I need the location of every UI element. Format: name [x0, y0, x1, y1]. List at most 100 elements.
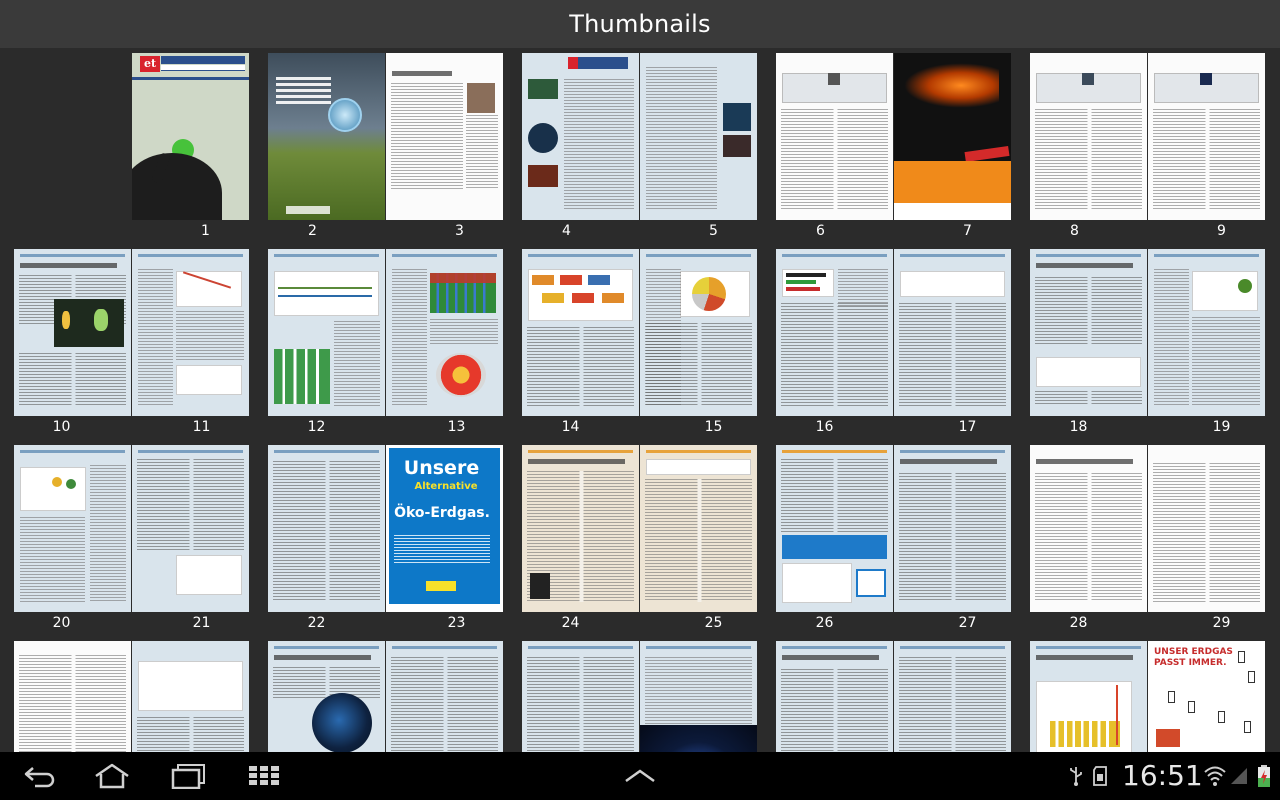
ad-illustration: [1156, 729, 1180, 747]
thumbnail-page-2[interactable]: [268, 53, 385, 220]
chart-bar: [786, 273, 826, 277]
page-header-line: [1036, 254, 1141, 257]
chart-bar: [786, 287, 820, 291]
thumbnail-page-22[interactable]: [268, 445, 385, 612]
chart-figure: [274, 271, 379, 316]
menu-button[interactable]: [620, 760, 660, 792]
thumbnail-page-3[interactable]: [386, 53, 503, 220]
thumbnail-page-27[interactable]: [894, 445, 1011, 612]
app: Thumbnails et 1 2 3 4 5 6 7 8 9 10 11 12…: [0, 0, 1280, 800]
thumbnail-page-36[interactable]: [776, 641, 893, 752]
chart-line: [1116, 685, 1118, 745]
thumbnail-page-25[interactable]: [640, 445, 757, 612]
thumbnail-page-33[interactable]: [386, 641, 503, 752]
system-bar: 16:51: [0, 752, 1280, 800]
page-header-line: [528, 646, 633, 649]
thumbnail-page-20[interactable]: [14, 445, 131, 612]
home-button[interactable]: [90, 760, 134, 792]
thumbnail-page-38[interactable]: [1030, 641, 1147, 752]
battery-status: [1254, 760, 1274, 792]
thumbnail-page-4[interactable]: [522, 53, 639, 220]
globe-image: [312, 693, 372, 752]
page-header-line: [646, 646, 751, 649]
chart-figure: [176, 365, 242, 395]
thumbnail-page-21[interactable]: [132, 445, 249, 612]
portrait-photo: [467, 83, 495, 113]
page-text: [781, 459, 888, 532]
thumbnail-page-12[interactable]: [268, 249, 385, 416]
recent-apps-button[interactable]: [168, 760, 208, 792]
page-headline: [900, 459, 997, 464]
thumbnail-page-31[interactable]: [132, 641, 249, 752]
thumbnail-page-17[interactable]: [894, 249, 1011, 416]
thumbnail-page-16[interactable]: [776, 249, 893, 416]
diagram-node: [588, 275, 610, 285]
page-number: 7: [963, 223, 972, 239]
clock: 16:51: [1122, 759, 1203, 792]
thumbnail-page-34[interactable]: [522, 641, 639, 752]
page-headline: [1036, 459, 1133, 464]
page-text: [781, 303, 888, 406]
thumbnail-page-9[interactable]: [1148, 53, 1265, 220]
page-text: [391, 657, 498, 752]
page-text: [645, 323, 752, 406]
thumbnail-page-23[interactable]: Unsere Alternative Öko-Erdgas.: [386, 445, 503, 612]
back-button[interactable]: [20, 760, 60, 792]
page-number: 20: [52, 615, 71, 631]
apps-button[interactable]: [244, 760, 284, 792]
page-text: [137, 459, 244, 552]
page-text: [1035, 109, 1142, 210]
ad-tagline: Öko-Erdgas.: [394, 505, 490, 521]
toc-image: [528, 79, 558, 99]
bar-chart-figure: [1050, 721, 1120, 747]
page-number: 5: [709, 223, 718, 239]
domino: [1188, 701, 1195, 713]
thumbnail-page-28[interactable]: [1030, 445, 1147, 612]
bulb: [94, 309, 108, 331]
usb-icon: [1070, 767, 1082, 786]
thumbnail-page-15[interactable]: [640, 249, 757, 416]
thumbnail-page-7[interactable]: [894, 53, 1011, 220]
thumbnail-page-26[interactable]: [776, 445, 893, 612]
thumbnail-page-24[interactable]: [522, 445, 639, 612]
thumbnail-page-13[interactable]: [386, 249, 503, 416]
diagram-node: [572, 293, 594, 303]
page-text: [645, 657, 752, 728]
page-number: 9: [1217, 223, 1226, 239]
thumbnail-page-1[interactable]: et: [132, 53, 249, 220]
thumbnail-page-11[interactable]: [132, 249, 249, 416]
thumbnail-page-14[interactable]: [522, 249, 639, 416]
flow-diagram: [176, 555, 242, 595]
page-number: 16: [815, 419, 834, 435]
thumbnail-page-32[interactable]: [268, 641, 385, 752]
page-text: [527, 327, 634, 406]
page-text: [138, 269, 173, 406]
pie-diagram: [692, 277, 726, 311]
thumbnail-page-39[interactable]: UNSER ERDGAS PASST IMMER.: [1148, 641, 1265, 752]
thumbnail-page-8[interactable]: [1030, 53, 1147, 220]
magazine-logo: [568, 57, 578, 69]
thumbnail-page-29[interactable]: [1148, 445, 1265, 612]
thumbnail-page-10[interactable]: [14, 249, 131, 416]
wifi-icon: [1204, 766, 1226, 786]
page-number: 18: [1069, 419, 1088, 435]
thumbnail-page-30[interactable]: [14, 641, 131, 752]
page-text: [466, 115, 498, 190]
cover-pin: [328, 98, 362, 132]
thumbnail-page-37[interactable]: [894, 641, 1011, 752]
thumbnail-page-6[interactable]: [776, 53, 893, 220]
sd-card-icon: [1093, 766, 1107, 786]
ad-sticker: [964, 145, 1010, 163]
thumbnail-page-5[interactable]: [640, 53, 757, 220]
thumbnail-page-35[interactable]: [640, 641, 757, 752]
page-header-line: [138, 450, 243, 453]
thumbnail-grid[interactable]: et 1 2 3 4 5 6 7 8 9 10 11 12 13 14 15 1…: [0, 48, 1280, 752]
thumbnail-page-18[interactable]: [1030, 249, 1147, 416]
candle: [62, 311, 70, 329]
diagram-dot: [52, 477, 62, 487]
thumbnail-page-19[interactable]: [1148, 249, 1265, 416]
sd-card-status: [1090, 760, 1110, 792]
ad-banner: [782, 535, 887, 559]
quote-box: [646, 459, 751, 475]
page-text: [392, 269, 427, 406]
